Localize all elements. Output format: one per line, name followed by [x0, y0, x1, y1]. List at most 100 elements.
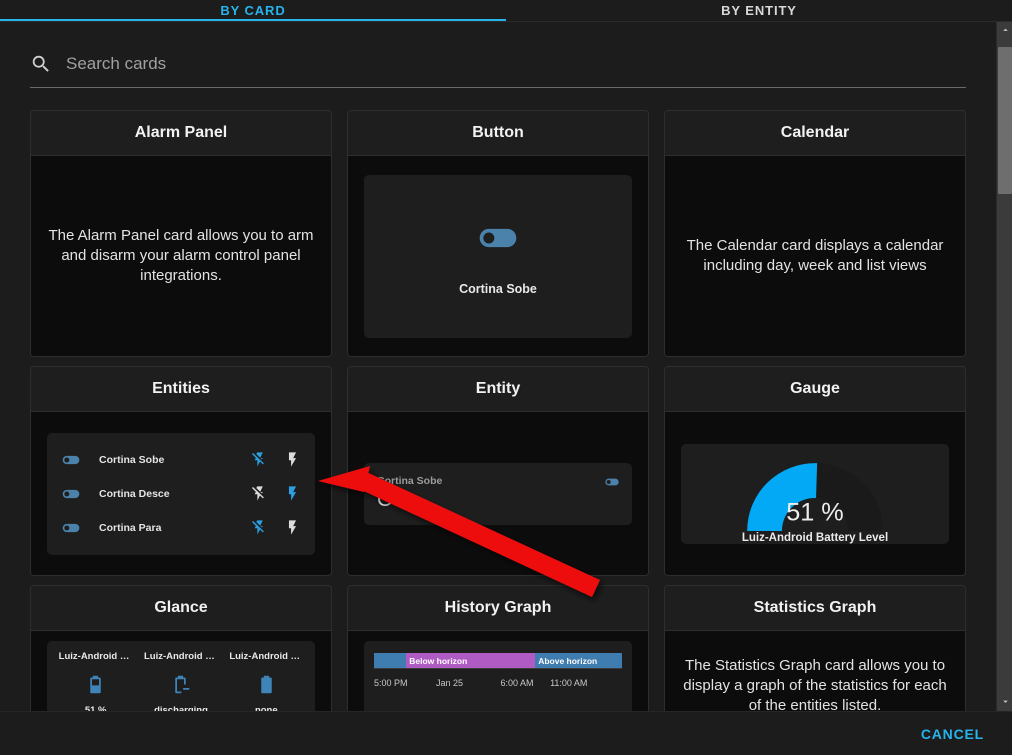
- gauge-entity-label: Luiz-Android Battery Level: [741, 531, 889, 544]
- scrollbar-down-button[interactable]: [997, 694, 1012, 711]
- card-preview: The Alarm Panel card allows you to arm a…: [31, 156, 331, 356]
- toggle-switch-off-icon[interactable]: [604, 474, 620, 490]
- scrollbar-thumb[interactable]: [998, 47, 1012, 194]
- history-ticks: 5:00 PM Jan 25 6:00 AM 11:00 AM: [374, 678, 622, 688]
- card-description: The Statistics Graph card allows you to …: [683, 657, 947, 711]
- toggle-switch-off-icon[interactable]: [61, 450, 81, 470]
- battery-50-icon: [85, 674, 106, 695]
- toggle-switch-off-icon[interactable]: [61, 484, 81, 504]
- glance-item-title: Luiz-Android Batt…: [58, 651, 133, 662]
- card-title: History Graph: [348, 586, 648, 631]
- glance-item[interactable]: Luiz-Android Batt… 51 %: [58, 651, 133, 711]
- card-grid: Alarm Panel The Alarm Panel card allows …: [30, 110, 966, 711]
- card-option-calendar[interactable]: Calendar The Calendar card displays a ca…: [664, 110, 966, 357]
- entity-card-name: Cortina Sobe: [377, 475, 443, 487]
- scrollbar-up-button[interactable]: [997, 22, 1012, 39]
- glance-item[interactable]: Luiz-Android Cha… none: [229, 651, 304, 711]
- history-segment: Above horizon: [535, 653, 622, 668]
- entities-row-name: Cortina Sobe: [99, 453, 165, 466]
- card-title: Button: [348, 111, 648, 156]
- chevron-up-icon: [1000, 22, 1011, 40]
- entities-card-preview: Cortina Sobe Cortina Desce Cortina Para: [47, 432, 315, 555]
- card-title: Alarm Panel: [31, 111, 331, 156]
- card-preview: Cortina Sobe Off: [348, 412, 648, 575]
- card-picker-dialog: BY CARD BY ENTITY Alarm Panel: [0, 0, 1012, 755]
- flash-off-icon[interactable]: [251, 451, 268, 468]
- glance-item-title: Luiz-Android Cha…: [229, 651, 304, 662]
- flash-icon[interactable]: [284, 519, 301, 536]
- card-preview: The Calendar card displays a calendar in…: [665, 156, 965, 356]
- history-tick: 6:00 AM: [500, 678, 534, 688]
- chevron-down-icon: [1000, 694, 1011, 712]
- entities-row[interactable]: Cortina Desce: [61, 484, 301, 504]
- search-input[interactable]: [66, 53, 966, 74]
- entity-card-state: Off: [377, 488, 405, 511]
- glance-item-value: discharging: [154, 705, 208, 711]
- glance-item-title: Luiz-Android Batt…: [143, 651, 218, 662]
- tab-by-entity[interactable]: BY ENTITY: [506, 0, 1012, 21]
- dialog-footer: CANCEL: [0, 711, 1012, 755]
- tab-active-indicator: [0, 19, 506, 21]
- card-option-entities[interactable]: Entities Cortina Sobe Cortina Desce Cort…: [30, 366, 332, 576]
- history-segment: Below horizon: [406, 653, 536, 668]
- card-preview: The Statistics Graph card allows you to …: [665, 631, 965, 711]
- card-option-entity[interactable]: Entity Cortina Sobe Off: [347, 366, 649, 576]
- card-title: Entity: [348, 367, 648, 412]
- search-icon: [30, 53, 52, 75]
- entities-row[interactable]: Cortina Sobe: [61, 450, 301, 470]
- card-preview: Cortina Sobe: [348, 156, 648, 356]
- flash-off-icon[interactable]: [251, 519, 268, 536]
- history-timeline: Below horizon Above horizon: [374, 653, 622, 668]
- tab-by-entity-label: BY ENTITY: [721, 3, 797, 18]
- card-title: Glance: [31, 586, 331, 631]
- card-preview: 51 % Luiz-Android Battery Level: [665, 412, 965, 575]
- tab-by-card[interactable]: BY CARD: [0, 0, 506, 21]
- toggle-switch-off-icon[interactable]: [61, 518, 81, 538]
- glance-item-value: none: [254, 705, 278, 711]
- history-tick: Jan 25: [436, 678, 464, 688]
- flash-icon[interactable]: [284, 485, 301, 502]
- search-field[interactable]: [30, 40, 966, 88]
- button-card-label: Cortina Sobe: [459, 282, 537, 296]
- button-card-preview: Cortina Sobe: [364, 174, 632, 338]
- glance-card-preview: Luiz-Android Batt… 51 % Luiz-Android Bat…: [47, 641, 315, 711]
- card-preview: Cortina Sobe: [31, 412, 331, 575]
- glance-item-value: 51 %: [84, 705, 107, 711]
- card-preview: Luiz-Android Batt… 51 % Luiz-Android Bat…: [31, 631, 331, 711]
- card-option-glance[interactable]: Glance Luiz-Android Batt… 51 %: [30, 585, 332, 711]
- history-tick: 5:00 PM: [374, 678, 408, 688]
- card-option-button[interactable]: Button Cortina Sobe: [347, 110, 649, 357]
- history-tick: 11:00 AM: [550, 678, 588, 688]
- tab-by-card-label: BY CARD: [220, 3, 286, 18]
- card-title: Statistics Graph: [665, 586, 965, 631]
- toggle-switch-icon: [454, 216, 542, 260]
- card-title: Gauge: [665, 367, 965, 412]
- gauge-card-preview: 51 % Luiz-Android Battery Level: [681, 443, 949, 544]
- cancel-button[interactable]: CANCEL: [911, 718, 994, 750]
- content-scrollbar[interactable]: [996, 22, 1012, 711]
- card-option-history-graph[interactable]: History Graph Below horizon Above horizo…: [347, 585, 649, 711]
- battery-icon: [256, 674, 277, 695]
- card-title: Entities: [31, 367, 331, 412]
- card-description: The Calendar card displays a calendar in…: [686, 237, 944, 274]
- card-option-statistics-graph[interactable]: Statistics Graph The Statistics Graph ca…: [664, 585, 966, 711]
- flash-off-icon[interactable]: [251, 485, 268, 502]
- entities-row[interactable]: Cortina Para: [61, 518, 301, 538]
- gauge-arc: 51 %: [747, 462, 883, 531]
- dialog-content-wrapper: Alarm Panel The Alarm Panel card allows …: [0, 22, 1012, 711]
- card-description: The Alarm Panel card allows you to arm a…: [48, 227, 314, 284]
- battery-minus-icon: [170, 674, 191, 695]
- gauge-value-label: 51 %: [786, 498, 843, 526]
- glance-item[interactable]: Luiz-Android Batt… discharging: [143, 651, 218, 711]
- dialog-tabbar: BY CARD BY ENTITY: [0, 0, 1012, 22]
- card-option-alarm-panel[interactable]: Alarm Panel The Alarm Panel card allows …: [30, 110, 332, 357]
- card-option-gauge[interactable]: Gauge 51 % Luiz-Android Battery Level: [664, 366, 966, 576]
- dialog-content: Alarm Panel The Alarm Panel card allows …: [0, 22, 996, 711]
- entity-card-preview: Cortina Sobe Off: [364, 462, 632, 525]
- history-axis: [374, 668, 622, 674]
- card-preview: Below horizon Above horizon 5:00 PM Jan …: [348, 631, 648, 711]
- entities-row-name: Cortina Para: [99, 521, 162, 534]
- entities-row-name: Cortina Desce: [99, 487, 170, 500]
- history-graph-preview: Below horizon Above horizon 5:00 PM Jan …: [364, 641, 632, 711]
- flash-icon[interactable]: [284, 451, 301, 468]
